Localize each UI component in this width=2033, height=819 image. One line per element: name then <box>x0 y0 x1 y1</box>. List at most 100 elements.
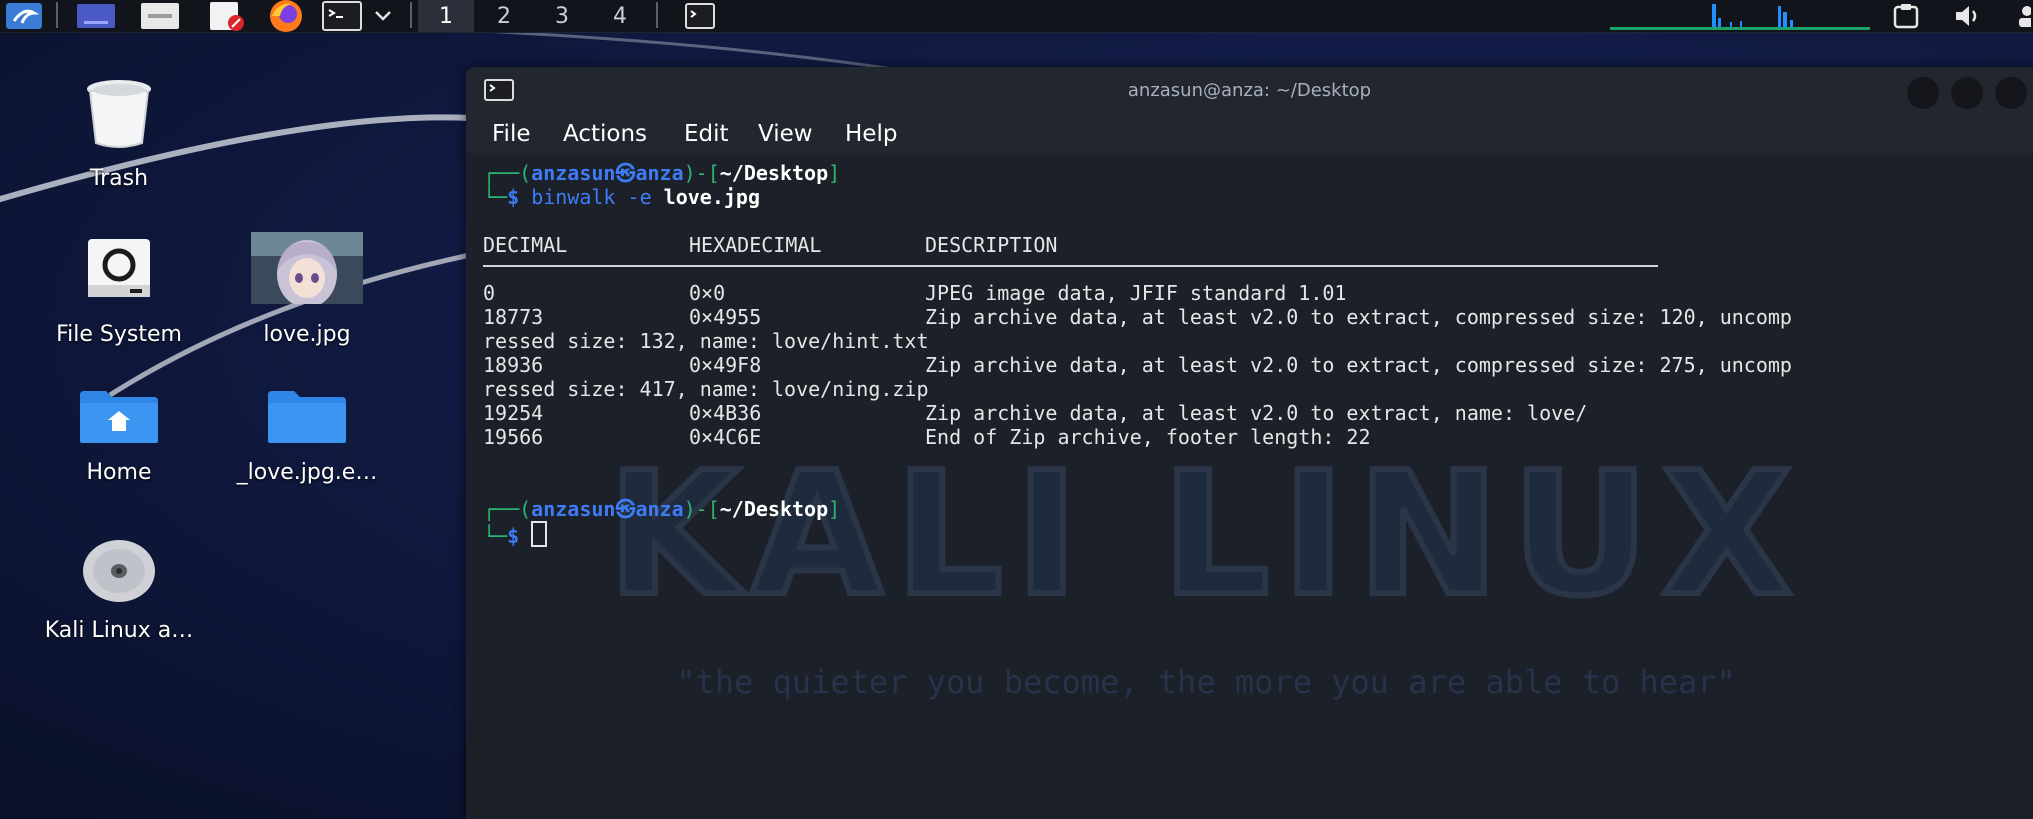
kali-menu-button[interactable] <box>0 0 48 32</box>
table-row: Zip archive data, at least v2.0 to extra… <box>925 401 1588 425</box>
prompt-header: ┌──(anzasun㉿anza)-[~/Desktop] <box>483 161 841 185</box>
show-desktop-button[interactable] <box>74 0 118 32</box>
desktop-icon-label: Trash <box>89 166 149 191</box>
menu-file[interactable]: File <box>492 121 531 147</box>
header-decimal: DECIMAL <box>483 233 568 257</box>
launcher-dropdown[interactable] <box>368 0 398 32</box>
panel-separator <box>656 2 658 28</box>
terminal-window-icon <box>685 3 715 29</box>
command-flag: -e <box>627 185 652 209</box>
terminal-icon <box>322 1 362 31</box>
command-arg: love.jpg <box>663 185 760 209</box>
table-row-wrap: ressed size: 132, name: love/hint.txt <box>483 329 929 353</box>
desktop-icon-love-extracted[interactable]: _love.jpg.e… <box>222 382 392 485</box>
firefox-icon <box>270 0 302 32</box>
panel-separator <box>56 2 58 28</box>
table-rule <box>483 265 1658 267</box>
prompt-user: anzasun <box>531 161 616 185</box>
desktop-icon-label: Kali Linux a… <box>44 618 194 643</box>
home-folder-icon <box>73 382 165 452</box>
prompt-header: ┌──(anzasun㉿anza)-[~/Desktop] <box>483 497 841 521</box>
desktop-icon-label: File System <box>56 322 182 347</box>
clipboard-icon <box>1893 4 1919 29</box>
top-panel: 1 2 3 4 <box>0 0 2033 33</box>
taskbar-terminal-window[interactable] <box>678 0 722 32</box>
table-row: JPEG image data, JFIF standard 1.01 <box>925 281 1347 305</box>
file-manager-icon <box>141 3 179 29</box>
table-header: DECIMAL <box>483 233 567 257</box>
prompt-dollar: $ <box>507 185 520 209</box>
desktop-icon-love-jpg[interactable]: love.jpg <box>222 222 392 347</box>
workspace-4[interactable]: 4 <box>592 0 648 32</box>
desktop-icon <box>77 4 115 28</box>
table-row: 0×4C6E <box>689 425 762 449</box>
menu-actions[interactable]: Actions <box>563 121 647 147</box>
trash-icon <box>73 66 165 158</box>
window-title: anzasun@anza: ~/Desktop <box>1127 80 1372 101</box>
table-row-wrap: ressed size: 417, name: love/ning.zip <box>483 377 929 401</box>
table-header: DESCRIPTION <box>925 233 1057 257</box>
command-line: └─$ binwalk -e love.jpg <box>483 185 760 209</box>
workspace-2[interactable]: 2 <box>476 0 532 32</box>
desktop-icon-label: Home <box>86 460 152 485</box>
terminal-window[interactable]: anzasun@anza: ~/Desktop File Actions Edi… <box>466 67 2033 819</box>
volume-icon <box>1956 6 1977 26</box>
image-thumbnail <box>251 222 363 314</box>
folder-icon <box>261 382 353 452</box>
disc-icon <box>73 532 165 610</box>
desktop-icon-label: love.jpg <box>263 322 351 347</box>
user-icon <box>2018 6 2031 27</box>
terminal-output[interactable]: KALI LINUX "the quieter you become, the … <box>466 153 2033 819</box>
desktop-icon-file-system[interactable]: File System <box>34 222 204 347</box>
watermark-tagline: "the quieter you become, the more you ar… <box>676 663 1736 701</box>
desktop-icon-kali-disc[interactable]: Kali Linux a… <box>34 532 204 643</box>
table-row: Zip archive data, at least v2.0 to extra… <box>925 353 1792 377</box>
kali-dragon-icon <box>6 3 42 29</box>
menu-edit[interactable]: Edit <box>684 121 729 147</box>
menu-bar: File Actions Edit View Help <box>466 113 2033 153</box>
menu-help[interactable]: Help <box>845 121 897 147</box>
text-editor-icon <box>210 2 244 31</box>
user-button[interactable] <box>2012 0 2033 32</box>
firefox-launcher[interactable] <box>264 0 308 32</box>
table-row: 0×49F8 <box>689 353 762 377</box>
drive-icon <box>73 222 165 314</box>
file-manager-launcher[interactable] <box>138 0 182 32</box>
watermark-title: KALI LINUX <box>607 453 1804 634</box>
cpu-graph <box>1610 4 1870 30</box>
window-titlebar[interactable]: anzasun@anza: ~/Desktop <box>466 67 2033 113</box>
input-line[interactable]: └─$ <box>483 521 548 548</box>
volume-button[interactable] <box>1948 0 1988 32</box>
text-editor-launcher[interactable] <box>204 0 248 32</box>
desktop-icon-label: _love.jpg.e… <box>236 460 378 485</box>
prompt-at: ㉿ <box>615 161 636 185</box>
minimize-button[interactable] <box>1907 77 1939 109</box>
header-description: DESCRIPTION <box>925 233 1058 257</box>
prompt-host: anza <box>635 161 684 185</box>
table-row: 18936 <box>483 353 544 377</box>
panel-separator <box>410 2 412 28</box>
kali-watermark: KALI LINUX "the quieter you become, the … <box>604 453 1804 701</box>
clipboard-button[interactable] <box>1886 0 1926 32</box>
table-row: 19254 <box>483 401 544 425</box>
table-row: 0×4B36 <box>689 401 762 425</box>
header-hexadecimal: HEXADECIMAL <box>689 233 822 257</box>
desktop-icon-home[interactable]: Home <box>34 382 204 485</box>
maximize-button[interactable] <box>1951 77 1983 109</box>
menu-view[interactable]: View <box>758 121 813 147</box>
table-row: 0×0 <box>689 281 726 305</box>
command-name: binwalk <box>531 185 616 209</box>
terminal-launcher[interactable] <box>320 0 364 32</box>
workspace-1[interactable]: 1 <box>418 0 474 32</box>
prompt-dir: ~/Desktop <box>719 161 829 185</box>
workspace-3[interactable]: 3 <box>534 0 590 32</box>
table-row: 0×4955 <box>689 305 762 329</box>
desktop-icon-trash[interactable]: Trash <box>34 66 204 191</box>
table-row: 0 <box>483 281 496 305</box>
table-row: Zip archive data, at least v2.0 to extra… <box>925 305 1792 329</box>
table-row: End of Zip archive, footer length: 22 <box>925 425 1371 449</box>
scrollbar[interactable] <box>2019 153 2033 819</box>
table-header: HEXADECIMAL <box>689 233 821 257</box>
table-row: 18773 <box>483 305 544 329</box>
close-button[interactable] <box>1995 77 2027 109</box>
